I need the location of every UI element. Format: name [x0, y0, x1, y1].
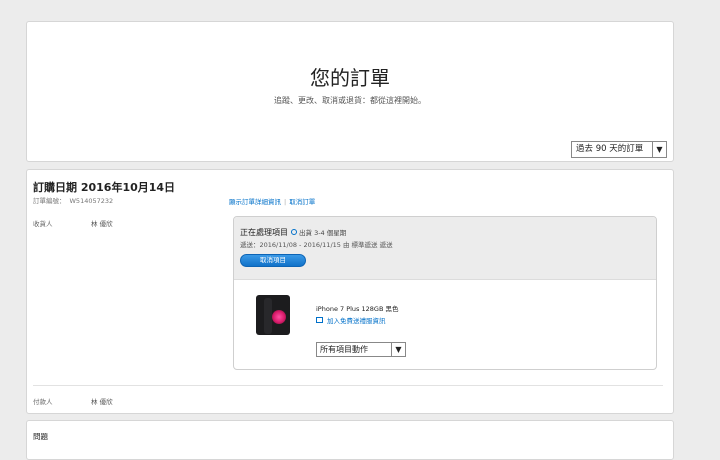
shipment-status-row: 正在處理項目 出貨 3-4 個星期 [240, 227, 346, 238]
order-date: 訂購日期 2016年10月14日 [33, 181, 176, 194]
shipment-box: 正在處理項目 出貨 3-4 個星期 遞送：2016/11/08 - 2016/11… [233, 216, 657, 370]
order-period-value: 過去 90 天的訂單 [576, 144, 644, 154]
issues-title: 問題 [33, 432, 48, 441]
recipient-label: 收貨人 [33, 220, 53, 228]
issues-card: 問題 [26, 420, 674, 460]
page-title: 您的訂單 [310, 66, 390, 90]
item-actions-value: 所有項目動作 [320, 345, 368, 354]
order-number-row: 訂單編號： W514057232 [33, 195, 113, 205]
cancel-order-link[interactable]: 取消訂單 [289, 198, 315, 206]
shipment-status-panel: 正在處理項目 出貨 3-4 個星期 遞送：2016/11/08 - 2016/11… [234, 217, 656, 280]
order-links: 顯示訂單詳細資訊 | 取消訂單 [229, 196, 315, 206]
item-actions-select[interactable]: 所有項目動作 ▼ [316, 342, 406, 357]
show-order-details-link[interactable]: 顯示訂單詳細資訊 [229, 198, 281, 206]
payer-label: 付款人 [33, 398, 53, 406]
gift-icon [316, 317, 323, 323]
gift-info-link[interactable]: 加入免費送禮服資訊 [316, 315, 386, 325]
gift-info-label: 加入免費送禮服資訊 [327, 317, 386, 325]
chevron-down-icon: ▼ [391, 343, 405, 356]
status-indicator-icon [291, 228, 297, 235]
product-image [256, 295, 290, 335]
cancel-item-button[interactable]: 取消項目 [240, 254, 306, 267]
order-number: W514057232 [69, 197, 114, 205]
recipient-name: 林 優欣 [91, 220, 113, 228]
link-separator: | [284, 198, 287, 206]
divider [33, 385, 663, 386]
chevron-down-icon: ▼ [652, 142, 666, 157]
product-name: iPhone 7 Plus 128GB 黑色 [316, 305, 399, 313]
page-subtitle: 追蹤、更改、取消或退貨：都從這裡開始。 [274, 96, 426, 105]
shipment-status: 正在處理項目 [240, 228, 288, 237]
orders-header-card: 您的訂單 追蹤、更改、取消或退貨：都從這裡開始。 過去 90 天的訂單 ▼ [26, 21, 674, 162]
iphone-wallpaper [272, 310, 286, 324]
iphone-back [264, 298, 272, 334]
order-card: 訂購日期 2016年10月14日 訂單編號： W514057232 顯示訂單詳細資… [26, 169, 674, 414]
delivery-info: 遞送：2016/11/08 - 2016/11/15 由 標準遞送 遞送 [240, 241, 393, 249]
shipment-status-sub: 出貨 3-4 個星期 [299, 229, 347, 237]
order-period-select[interactable]: 過去 90 天的訂單 ▼ [571, 141, 667, 158]
order-number-label: 訂單編號： [33, 197, 66, 205]
payer-name: 林 優欣 [91, 398, 113, 406]
